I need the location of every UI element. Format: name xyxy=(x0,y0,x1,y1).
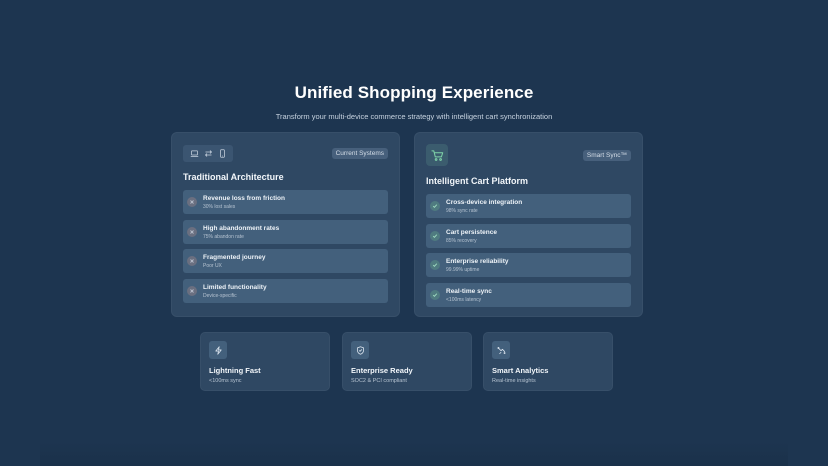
list-item: Cross-device integration 98% sync rate xyxy=(426,194,631,218)
item-title: Cart persistence xyxy=(446,228,497,236)
x-circle-icon xyxy=(187,226,197,237)
hero: Unified Shopping Experience Transform yo… xyxy=(0,83,828,121)
feature-title: Enterprise Ready xyxy=(351,366,413,375)
feature-card-lightning-fast: Lightning Fast <100ms sync xyxy=(200,332,330,391)
device-icons xyxy=(183,145,233,162)
item-title: High abandonment rates xyxy=(203,224,280,232)
item-subtitle: Device-specific xyxy=(203,292,237,299)
list-item: Limited functionality Device-specific xyxy=(183,278,388,303)
page-title: Unified Shopping Experience xyxy=(294,83,534,102)
x-circle-icon xyxy=(187,285,197,296)
feature-title: Lightning Fast xyxy=(209,366,261,375)
feature-subtitle: SOC2 & PCI compliant xyxy=(351,378,407,384)
page: Unified Shopping Experience Transform yo… xyxy=(0,0,828,466)
item-title: Cross-device integration xyxy=(446,199,523,206)
check-circle-icon xyxy=(430,289,440,300)
feature-card-enterprise-ready: Enterprise Ready SOC2 & PCI compliant xyxy=(342,332,472,391)
intelligent-cart-platform-title: Intelligent Cart Platform xyxy=(426,176,529,186)
x-circle-icon xyxy=(187,256,197,266)
check-circle-icon xyxy=(430,260,440,270)
list-item: Enterprise reliability 99.99% uptime xyxy=(426,253,631,277)
feature-subtitle: Real-time insights xyxy=(492,378,536,384)
feature-title: Smart Analytics xyxy=(492,366,549,375)
bottom-fade xyxy=(40,442,788,466)
swap-arrows-icon xyxy=(204,150,212,157)
item-subtitle: <100ms latency xyxy=(446,296,482,303)
analytics-icon xyxy=(492,341,510,359)
traditional-architecture-title: Traditional Architecture xyxy=(183,172,284,182)
list-item: Revenue loss from friction 30% lost sale… xyxy=(183,190,388,214)
list-item: Cart persistence 85% recovery xyxy=(426,223,631,248)
check-circle-icon xyxy=(430,201,440,211)
laptop-icon xyxy=(190,150,198,157)
item-subtitle: Poor UX xyxy=(203,263,222,269)
feature-card-smart-analytics: Smart Analytics Real-time insights xyxy=(483,332,613,391)
item-subtitle: 99.99% uptime xyxy=(446,267,480,273)
list-item: Fragmented journey Poor UX xyxy=(183,249,388,273)
item-subtitle: 30% lost sales xyxy=(203,204,236,210)
list-item: High abandonment rates 75% abandon rate xyxy=(183,219,388,244)
current-systems-badge: Current Systems xyxy=(331,148,388,159)
phone-icon xyxy=(219,149,225,158)
lightning-icon xyxy=(209,341,227,359)
item-title: Fragmented journey xyxy=(203,254,266,261)
item-title: Enterprise reliability xyxy=(446,258,509,265)
item-title: Revenue loss from friction xyxy=(203,195,285,202)
shield-check-icon xyxy=(351,341,369,359)
smart-sync-badge: Smart Sync™ xyxy=(582,150,631,161)
intelligent-cart-platform-card: Smart Sync™ Intelligent Cart Platform Cr… xyxy=(414,132,643,317)
item-subtitle: 85% recovery xyxy=(446,237,477,244)
card-header: Smart Sync™ xyxy=(426,144,631,166)
list-item: Real-time sync <100ms latency xyxy=(426,282,631,307)
check-circle-icon xyxy=(430,230,440,241)
cart-icon xyxy=(426,144,448,166)
item-subtitle: 98% sync rate xyxy=(446,208,478,214)
item-subtitle: 75% abandon rate xyxy=(203,233,244,240)
feature-subtitle: <100ms sync xyxy=(209,378,242,384)
item-title: Limited functionality xyxy=(203,283,267,291)
item-title: Real-time sync xyxy=(446,287,492,295)
card-header: Current Systems xyxy=(183,145,388,163)
benefit-list: Cross-device integration 98% sync rate C… xyxy=(426,194,631,312)
traditional-architecture-card: Current Systems Traditional Architecture… xyxy=(171,132,400,317)
problem-list: Revenue loss from friction 30% lost sale… xyxy=(183,190,388,308)
page-subtitle: Transform your multi-device commerce str… xyxy=(275,112,553,121)
x-circle-icon xyxy=(187,197,197,207)
